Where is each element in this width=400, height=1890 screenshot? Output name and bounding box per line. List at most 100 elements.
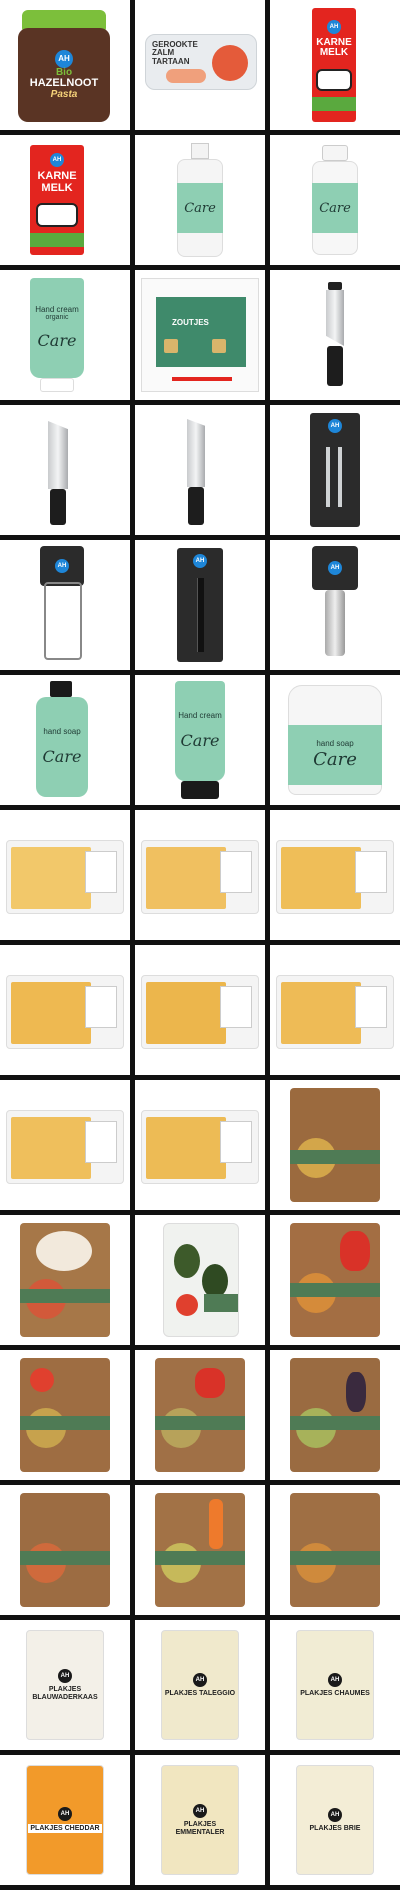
tile-cheese-slices-3[interactable]	[270, 810, 400, 940]
tile-buttermilk-carton-1[interactable]: AH KARNE MELK	[270, 0, 400, 130]
kit-label-band	[290, 1283, 380, 1297]
meal-kit-box	[290, 1493, 380, 1607]
tomato-icon	[176, 1294, 198, 1316]
tile-care-flip-bottle[interactable]: Care	[270, 135, 400, 265]
peeler-icon	[326, 447, 330, 507]
tomato-icon	[30, 1368, 54, 1392]
pepper-icon	[195, 1368, 225, 1398]
product-label: PLAKJES BRIE	[309, 1824, 361, 1832]
tile-care-pump-bottle[interactable]: Care	[135, 135, 265, 265]
care-bottle: Care	[312, 161, 358, 255]
kit-label-band	[20, 1551, 110, 1565]
ah-logo-icon: AH	[193, 1804, 207, 1819]
tile-meal-kit-3[interactable]	[270, 1215, 400, 1345]
tile-meal-kit-1[interactable]	[270, 1080, 400, 1210]
knife-blade	[187, 419, 205, 487]
tile-sharpening-steel[interactable]: AH	[135, 540, 265, 670]
cheese-pack: AH PLAKJES CHEDDAR	[26, 1765, 104, 1875]
cheese-pack: AH PLAKJES CHAUMES	[296, 1630, 374, 1740]
tile-meal-kit-2[interactable]	[0, 1215, 130, 1345]
tile-avocado-tomato-pack[interactable]	[135, 1215, 265, 1345]
tile-cheese-emmentaler[interactable]: AH PLAKJES EMMENTALER	[135, 1755, 265, 1885]
peeler-icon	[338, 447, 342, 507]
tile-hazelnut-paste-jar[interactable]: AH Bio HAZELNOOT Pasta	[0, 0, 130, 130]
tile-chef-knife-packaged-1[interactable]	[270, 270, 400, 400]
tile-cheese-cheddar[interactable]: AH PLAKJES CHEDDAR	[0, 1755, 130, 1885]
snack-icon	[212, 339, 226, 353]
hazelnut-jar: AH Bio HAZELNOOT Pasta	[18, 28, 110, 122]
meal-kit-box	[155, 1493, 245, 1607]
soap-bottle: hand soap Care	[36, 697, 88, 797]
cheese-pack	[141, 840, 259, 914]
care-label: Care	[37, 331, 77, 351]
cheese-slice	[146, 982, 226, 1044]
tile-cheese-blauwaderkaas[interactable]: AH PLAKJES BLAUWADERKAAS	[0, 1620, 130, 1750]
tile-care-hand-cream-tube-2[interactable]: Hand cream Care	[135, 675, 265, 805]
salmon-icon	[212, 45, 248, 81]
tile-chef-knife-2[interactable]	[0, 405, 130, 535]
tile-meal-kit-4[interactable]	[0, 1350, 130, 1480]
peeler-frame	[44, 582, 82, 660]
cheese-label-card	[355, 986, 387, 1028]
cheese-label-card	[355, 851, 387, 893]
eggplant-icon	[346, 1372, 366, 1412]
meal-kit-box	[290, 1358, 380, 1472]
ah-logo-icon: AH	[328, 1672, 342, 1687]
tile-cheese-slices-2[interactable]	[135, 810, 265, 940]
tile-cheese-slices-5[interactable]	[135, 945, 265, 1075]
cheese-label-card	[85, 851, 117, 893]
ah-logo-icon: AH	[58, 1669, 72, 1684]
tile-care-hand-soap-pump[interactable]: hand soap Care	[0, 675, 130, 805]
tile-snack-box-dieline[interactable]: ZOUTJES	[135, 270, 265, 400]
tile-meal-kit-8[interactable]	[135, 1485, 265, 1615]
tile-corkscrew[interactable]: AH	[270, 540, 400, 670]
cheese-slice	[281, 982, 361, 1044]
tile-chef-knife-3[interactable]	[135, 405, 265, 535]
pepper-icon	[340, 1231, 370, 1271]
cheese-pack: AH PLAKJES EMMENTALER	[161, 1765, 239, 1875]
kit-label-band	[20, 1289, 110, 1303]
tile-care-hand-cream-tube[interactable]: Hand cream organic Care	[0, 270, 130, 400]
tile-cheese-slices-4[interactable]	[0, 945, 130, 1075]
tile-meal-kit-9[interactable]	[270, 1485, 400, 1615]
meal-kit-box	[290, 1088, 380, 1202]
care-label: Care	[42, 746, 82, 766]
tile-peeler-set-packaged[interactable]: AH	[270, 405, 400, 535]
cheese-pack	[276, 840, 394, 914]
blister-card: AH	[310, 413, 360, 527]
cheese-pack: AH PLAKJES BLAUWADERKAAS	[26, 1630, 104, 1740]
product-sublabel: organic	[45, 314, 69, 322]
avocado-icon	[202, 1264, 228, 1298]
cheese-label-card	[220, 986, 252, 1028]
cow-icon	[316, 68, 352, 91]
cheese-label-card	[220, 1121, 252, 1163]
tile-meal-kit-6[interactable]	[270, 1350, 400, 1480]
tile-meal-kit-5[interactable]	[135, 1350, 265, 1480]
tile-cheese-slices-6[interactable]	[270, 945, 400, 1075]
kit-label-band	[155, 1416, 245, 1430]
tile-cheese-slices-7[interactable]	[0, 1080, 130, 1210]
tile-cheese-taleggio[interactable]: AH PLAKJES TALEGGIO	[135, 1620, 265, 1750]
tile-meal-kit-7[interactable]	[0, 1485, 130, 1615]
product-label: KARNE MELK	[37, 170, 77, 194]
tile-cheese-brie[interactable]: AH PLAKJES BRIE	[270, 1755, 400, 1885]
grass-strip	[30, 232, 84, 247]
tile-cheese-chaumes[interactable]: AH PLAKJES CHAUMES	[270, 1620, 400, 1750]
cheese-slice	[146, 847, 226, 909]
pizza-dough-icon	[36, 1231, 92, 1271]
tile-smoked-salmon-tartare[interactable]: GEROOKTE ZALM TARTAAN	[135, 0, 265, 130]
carrot-icon	[209, 1499, 223, 1549]
kit-label-band	[290, 1551, 380, 1565]
care-label: Care	[180, 730, 220, 750]
meal-kit-box	[155, 1358, 245, 1472]
tile-cheese-slices-8[interactable]	[135, 1080, 265, 1210]
cheese-pack	[6, 840, 124, 914]
meal-kit-box	[20, 1358, 110, 1472]
tile-julienne-peeler[interactable]: AH	[0, 540, 130, 670]
tile-care-hand-soap-refill[interactable]: hand soap Care	[270, 675, 400, 805]
cheese-label-card	[220, 851, 252, 893]
cheese-slice	[146, 1117, 226, 1179]
ah-logo-icon: AH	[58, 1806, 72, 1821]
tile-buttermilk-carton-2[interactable]: AH KARNE MELK	[0, 135, 130, 265]
tile-cheese-slices-1[interactable]	[0, 810, 130, 940]
